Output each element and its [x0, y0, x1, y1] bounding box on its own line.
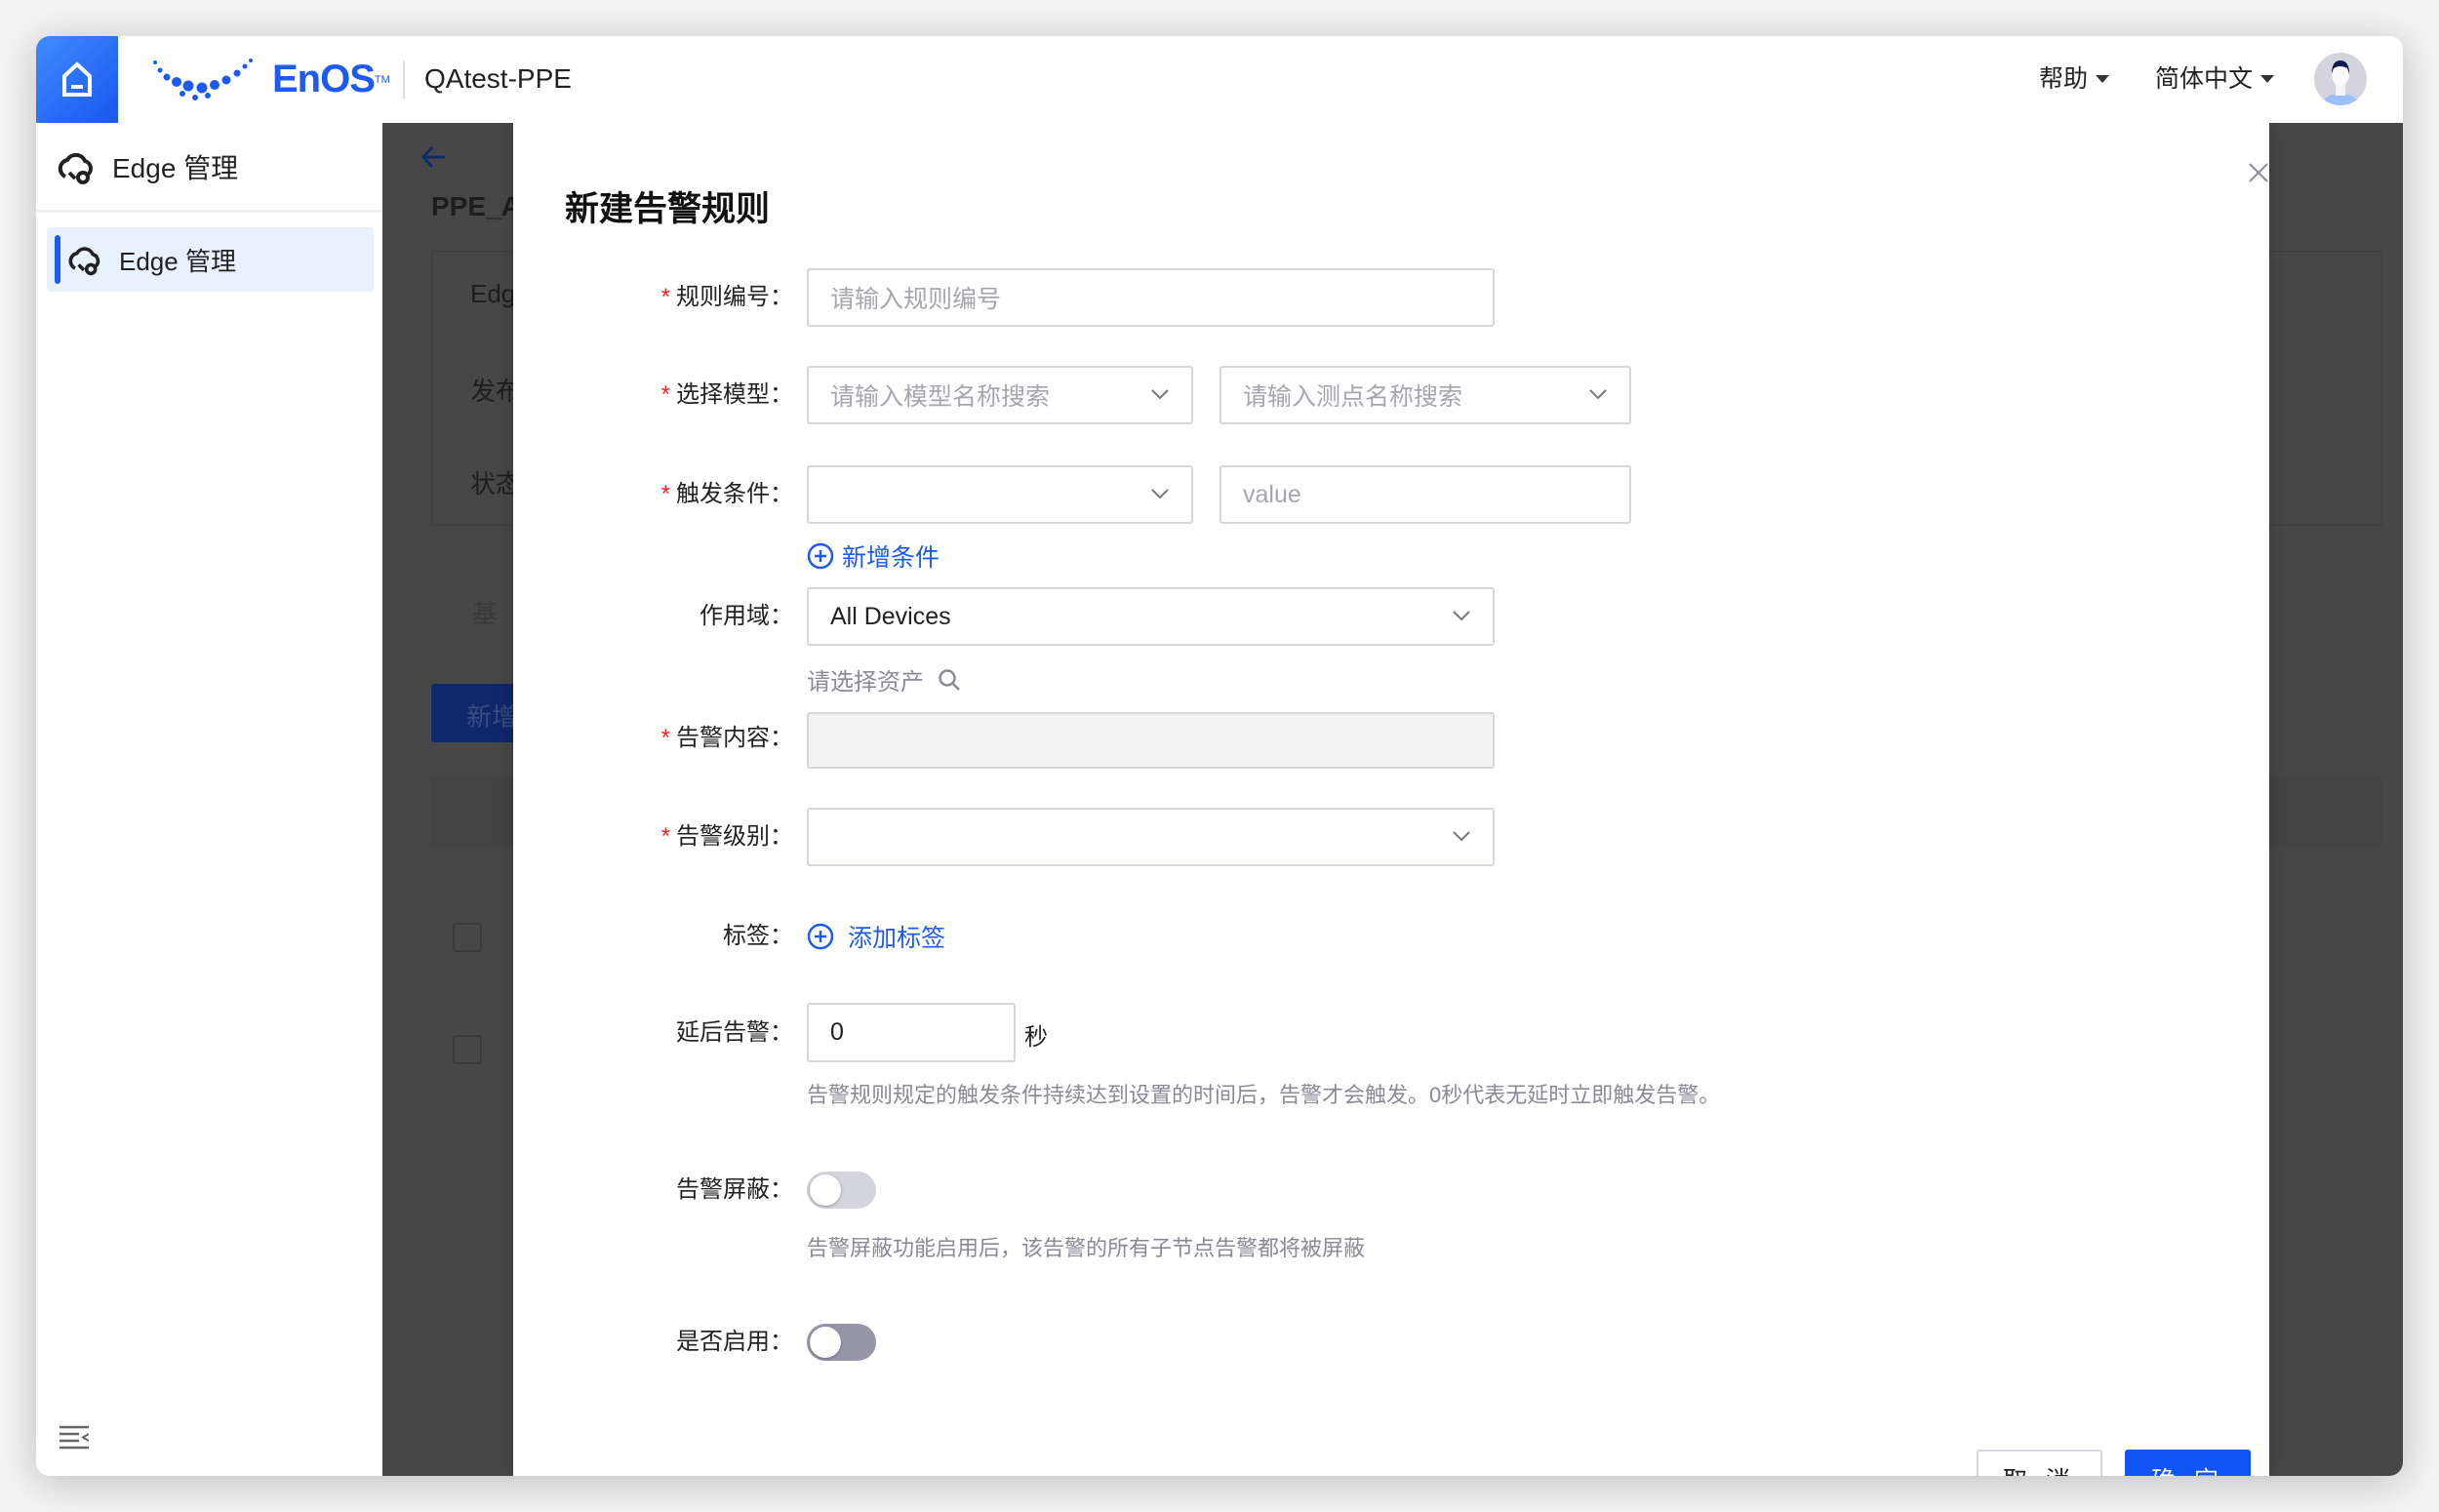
- delay-unit: 秒: [1024, 1024, 1048, 1051]
- plus-circle-icon: [807, 542, 834, 570]
- rule-id-label: * 规则编号：: [660, 284, 793, 310]
- tags-label: 标签：: [723, 923, 793, 949]
- top-header: EnOS TM QAtest-PPE 帮助 简体中文: [36, 36, 2403, 123]
- chevron-down-icon: [1151, 389, 1169, 400]
- model-select[interactable]: 请输入模型名称搜索: [807, 366, 1193, 424]
- sidebar-item-edge[interactable]: Edge 管理: [47, 227, 374, 292]
- project-name: QAtest-PPE: [424, 63, 572, 94]
- content-label: * 告警内容：: [660, 725, 793, 751]
- caret-down-icon: [2260, 75, 2275, 83]
- trigger-label: * 触发条件：: [660, 481, 793, 507]
- edge-cloud-icon: [68, 247, 100, 276]
- cancel-button[interactable]: 取 消: [1977, 1450, 2102, 1476]
- close-icon: [2249, 163, 2268, 182]
- chevron-down-icon: [1589, 389, 1607, 400]
- add-condition-link[interactable]: 新增条件: [807, 538, 940, 574]
- menu-collapse-icon: [60, 1425, 90, 1450]
- chevron-down-icon: [1453, 831, 1470, 842]
- user-avatar-icon: [2323, 60, 2358, 105]
- edge-cloud-icon: [58, 152, 93, 184]
- mask-label: 告警屏蔽：: [676, 1176, 793, 1203]
- new-alert-rule-drawer: 新建告警规则 * 规则编号： 请输入规则编号 * 选择模型： 请输入模型名称搜索 请…: [513, 123, 2269, 1476]
- delay-label: 延后告警：: [676, 1019, 793, 1046]
- logo-dots-icon: [153, 58, 253, 100]
- select-asset-link[interactable]: 请选择资产: [807, 662, 961, 696]
- enable-toggle[interactable]: [807, 1324, 876, 1361]
- enable-label: 是否启用：: [676, 1329, 793, 1355]
- value-input[interactable]: value: [1220, 465, 1631, 524]
- enos-logo: EnOS TM: [151, 58, 390, 101]
- home-icon: [62, 60, 92, 97]
- avatar[interactable]: [2314, 53, 2367, 105]
- chevron-down-icon: [1151, 489, 1169, 499]
- help-menu[interactable]: 帮助: [2039, 60, 2110, 99]
- header-divider: [403, 61, 405, 99]
- chevron-down-icon: [1453, 611, 1470, 621]
- language-menu[interactable]: 简体中文: [2155, 60, 2275, 99]
- scope-label: 作用域：: [700, 603, 793, 629]
- plus-circle-icon: [807, 923, 834, 950]
- sidebar-header: Edge 管理: [36, 123, 382, 213]
- alert-content-input[interactable]: [807, 712, 1495, 769]
- model-label: * 选择模型：: [660, 381, 793, 408]
- drawer-title: 新建告警规则: [565, 190, 771, 228]
- add-tag-link[interactable]: 添加标签: [807, 919, 945, 954]
- caret-down-icon: [2096, 75, 2110, 83]
- mask-hint: 告警屏蔽功能启用后，该告警的所有子节点告警都将被屏蔽: [807, 1236, 1366, 1260]
- point-select[interactable]: 请输入测点名称搜索: [1220, 366, 1631, 424]
- search-icon: [939, 668, 960, 691]
- condition-select[interactable]: [807, 465, 1193, 524]
- back-arrow-icon: [420, 145, 445, 169]
- close-button[interactable]: [2248, 162, 2269, 188]
- rule-id-input[interactable]: 请输入规则编号: [807, 268, 1495, 327]
- delay-hint: 告警规则规定的触发条件持续达到设置的时间后，告警才会触发。0秒代表无延时立即触发…: [807, 1083, 1721, 1107]
- sidebar: Edge 管理 Edge 管理: [36, 123, 382, 1476]
- home-button[interactable]: [36, 36, 118, 123]
- confirm-button[interactable]: 确 定: [2125, 1450, 2251, 1476]
- alert-level-select[interactable]: [807, 808, 1495, 866]
- collapse-sidebar-button[interactable]: [60, 1424, 90, 1454]
- delay-input[interactable]: 0: [807, 1003, 1016, 1062]
- alert-mask-toggle[interactable]: [807, 1172, 876, 1209]
- row-checkbox: [453, 1035, 482, 1064]
- app-window: EnOS TM QAtest-PPE 帮助 简体中文 Edge 管理 Edge 管…: [36, 36, 2403, 1476]
- row-checkbox: [453, 923, 482, 952]
- level-label: * 告警级别：: [660, 823, 793, 850]
- scope-select[interactable]: All Devices: [807, 587, 1495, 646]
